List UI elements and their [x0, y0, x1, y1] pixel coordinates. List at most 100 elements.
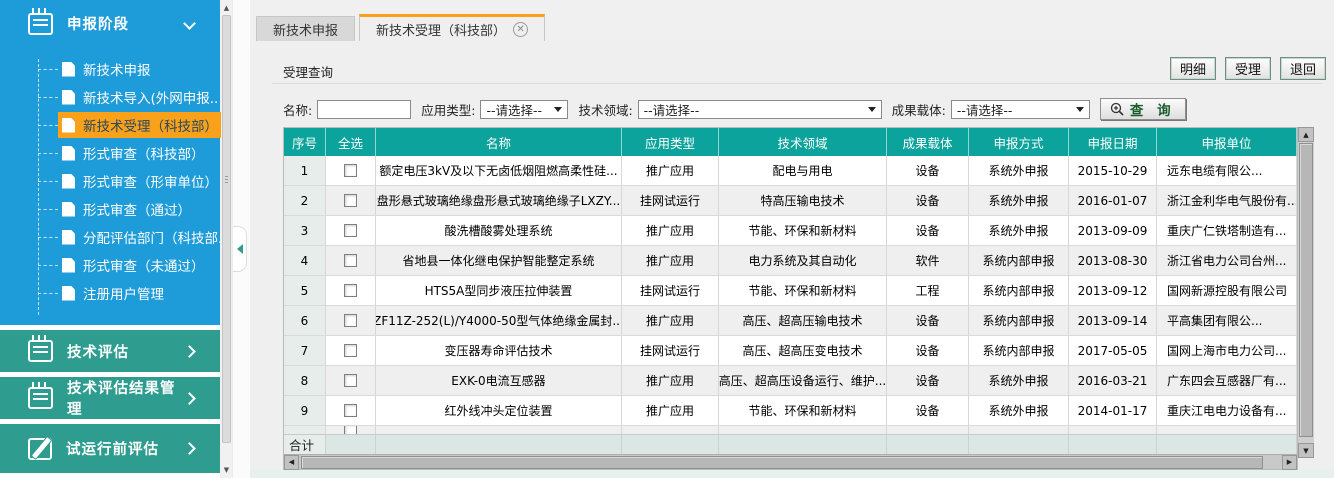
- row-checkbox[interactable]: [344, 404, 357, 417]
- sidebar-item-5[interactable]: 形式审查（通过）: [0, 195, 220, 223]
- cell-carrier: 软件: [887, 246, 969, 275]
- cell-date: 2015-10-29: [1069, 156, 1157, 185]
- row-checkbox[interactable]: [344, 194, 357, 207]
- sidebar-item-6[interactable]: 分配评估部门（科技部..: [0, 223, 220, 251]
- detail-button[interactable]: 明细: [1170, 57, 1216, 80]
- footer-cell: [969, 435, 1069, 454]
- cell-seq: 7: [284, 336, 326, 365]
- checkbox-cell: [326, 426, 376, 434]
- sidebar-item-3[interactable]: 形式审查（科技部）: [0, 139, 220, 167]
- sidebar-item-0[interactable]: 新技术申报: [0, 55, 220, 83]
- carrier-select[interactable]: --请选择--: [951, 100, 1090, 119]
- cell-unit: 重庆广仁铁塔制造有...: [1157, 216, 1297, 245]
- magnifier-plus-icon: [1110, 102, 1124, 116]
- selected-value: --请选择--: [957, 100, 1013, 119]
- scroll-right-icon[interactable]: ▶: [1282, 455, 1297, 470]
- row-checkbox[interactable]: [344, 164, 357, 177]
- row-checkbox[interactable]: [344, 374, 357, 387]
- sidebar-item-7[interactable]: 形式审查（未通过）: [0, 251, 220, 279]
- row-checkbox[interactable]: [344, 224, 357, 237]
- chevron-down-icon: [183, 17, 196, 30]
- table-row[interactable]: 8EXK-0电流互感器推广应用高压、超高压设备运行、维护...设备系统外申报20…: [284, 366, 1297, 396]
- sidebar-item-4[interactable]: 形式审查（形审单位）: [0, 167, 220, 195]
- name-label: 名称:: [283, 100, 312, 119]
- table-row[interactable]: 6ZF11Z-252(L)/Y4000-50型气体绝缘金属封...推广应用高压、…: [284, 306, 1297, 336]
- scroll-up-icon[interactable]: ▲: [221, 2, 232, 14]
- sidebar-item-label: 新技术受理（科技部）: [83, 115, 218, 135]
- section-label: 申报阶段: [67, 13, 129, 34]
- cell-app_type: 挂网试运行: [622, 336, 719, 365]
- search-button[interactable]: 查 询: [1100, 98, 1186, 120]
- cell-declare_mode: 系统内部申报: [969, 246, 1069, 275]
- tech-field-select[interactable]: --请选择--: [638, 100, 882, 119]
- column-header-6: 申报方式: [969, 128, 1069, 156]
- row-checkbox[interactable]: [344, 284, 357, 297]
- cell-app_type: 推广应用: [622, 156, 719, 185]
- row-checkbox[interactable]: [344, 426, 357, 434]
- checkbox-cell: [326, 306, 376, 335]
- row-checkbox[interactable]: [344, 314, 357, 327]
- row-checkbox[interactable]: [344, 344, 357, 357]
- app-type-select[interactable]: --请选择--: [480, 100, 568, 119]
- table-row[interactable]: 9红外线冲头定位装置推广应用节能、环保和新材料设备系统外申报2014-01-17…: [284, 396, 1297, 426]
- cell-carrier: 设备: [887, 366, 969, 395]
- table-row[interactable]: 4省地县一体化继电保护智能整定系统推广应用电力系统及其自动化软件系统内部申报20…: [284, 246, 1297, 276]
- return-button[interactable]: 退回: [1280, 57, 1326, 80]
- chevron-right-icon: [183, 442, 196, 455]
- scroll-down-icon[interactable]: ▼: [221, 464, 232, 476]
- table-row[interactable]: 5HTS5A型同步液压拉伸装置挂网试运行节能、环保和新材料工程系统内部申报201…: [284, 276, 1297, 306]
- app-window: 申报阶段 新技术申报新技术导入(外网申报..新技术受理（科技部）形式审查（科技部…: [0, 0, 1334, 478]
- horizontal-scrollbar-thumb[interactable]: [301, 456, 1263, 469]
- circle-close-icon[interactable]: ✕: [513, 22, 528, 37]
- cell-declare_mode: 系统外申报: [969, 396, 1069, 425]
- footer-cell: [376, 435, 622, 454]
- accept-button[interactable]: 受理: [1225, 57, 1271, 80]
- scroll-down-icon[interactable]: ▼: [1298, 443, 1314, 458]
- column-header-2: 名称: [376, 128, 622, 156]
- cell-name: ZF11Z-252(L)/Y4000-50型气体绝缘金属封...: [376, 306, 622, 335]
- footer-total-label: 合计: [284, 435, 326, 454]
- table-row[interactable]: 7变压器寿命评估技术挂网试运行高压、超高压变电技术设备系统内部申报2017-05…: [284, 336, 1297, 366]
- cell-tech_field: 高压、超高压设备运行、维护...: [719, 366, 887, 395]
- tree-connector: [38, 69, 58, 70]
- tab-new-tech-accept[interactable]: 新技术受理（科技部） ✕: [359, 14, 545, 42]
- sidebar-scrollbar-thumb[interactable]: [222, 15, 231, 443]
- sidebar-section-tech-eval[interactable]: 技术评估: [0, 330, 220, 372]
- sidebar-gutter: [232, 0, 250, 478]
- table-row[interactable]: 1额定电压3kV及以下无卤低烟阻燃高柔性硅...推广应用配电与用电设备系统外申报…: [284, 156, 1297, 186]
- cell-seq: 4: [284, 246, 326, 275]
- cell-seq: 6: [284, 306, 326, 335]
- table-header-row: 序号全选名称应用类型技术领域成果载体申报方式申报日期申报单位: [284, 128, 1297, 156]
- cell-declare_mode: 系统内部申报: [969, 306, 1069, 335]
- horizontal-scrollbar[interactable]: ◀ ▶: [284, 454, 1297, 469]
- cell: [719, 426, 887, 434]
- vertical-scrollbar[interactable]: ▲ ▼: [1298, 127, 1314, 458]
- column-header-3: 应用类型: [622, 128, 719, 156]
- table-row[interactable]: 2盘形悬式玻璃绝缘盘形悬式玻璃绝缘子LXZY...挂网试运行特高压输电技术设备系…: [284, 186, 1297, 216]
- cell-declare_mode: 系统外申报: [969, 186, 1069, 215]
- sidebar-item-2[interactable]: 新技术受理（科技部）: [0, 111, 220, 139]
- row-checkbox[interactable]: [344, 254, 357, 267]
- tab-new-tech-declare[interactable]: 新技术申报: [256, 16, 355, 42]
- scroll-up-icon[interactable]: ▲: [1298, 127, 1314, 142]
- sidebar-item-8[interactable]: 注册用户管理: [0, 279, 220, 307]
- cell-unit: 浙江省电力公司台州...: [1157, 246, 1297, 275]
- sidebar-section-eval-result-mgmt[interactable]: 技术评估结果管理: [0, 377, 220, 419]
- checkbox-cell: [326, 276, 376, 305]
- cell-tech_field: 高压、超高压变电技术: [719, 336, 887, 365]
- vertical-scrollbar-thumb[interactable]: [1299, 143, 1313, 437]
- cell-name: 红外线冲头定位装置: [376, 396, 622, 425]
- cell-date: 2013-09-14: [1069, 306, 1157, 335]
- sidebar-section-pre-run-eval[interactable]: 试运行前评估: [0, 424, 220, 473]
- footer-cell: [1069, 435, 1157, 454]
- scroll-left-icon[interactable]: ◀: [284, 455, 299, 470]
- name-input[interactable]: [317, 100, 411, 119]
- sidebar-section-declare-stage[interactable]: 申报阶段: [0, 0, 220, 47]
- sidebar-collapse-handle[interactable]: [233, 226, 247, 272]
- sidebar-item-1[interactable]: 新技术导入(外网申报..: [0, 83, 220, 111]
- table-row[interactable]: 3酸洗槽酸雾处理系统推广应用节能、环保和新材料设备系统外申报2013-09-09…: [284, 216, 1297, 246]
- sidebar-scrollbar[interactable]: ▲ ▼: [221, 0, 232, 478]
- cell-date: 2013-09-09: [1069, 216, 1157, 245]
- cell-date: 2016-03-21: [1069, 366, 1157, 395]
- cell: [1157, 426, 1297, 434]
